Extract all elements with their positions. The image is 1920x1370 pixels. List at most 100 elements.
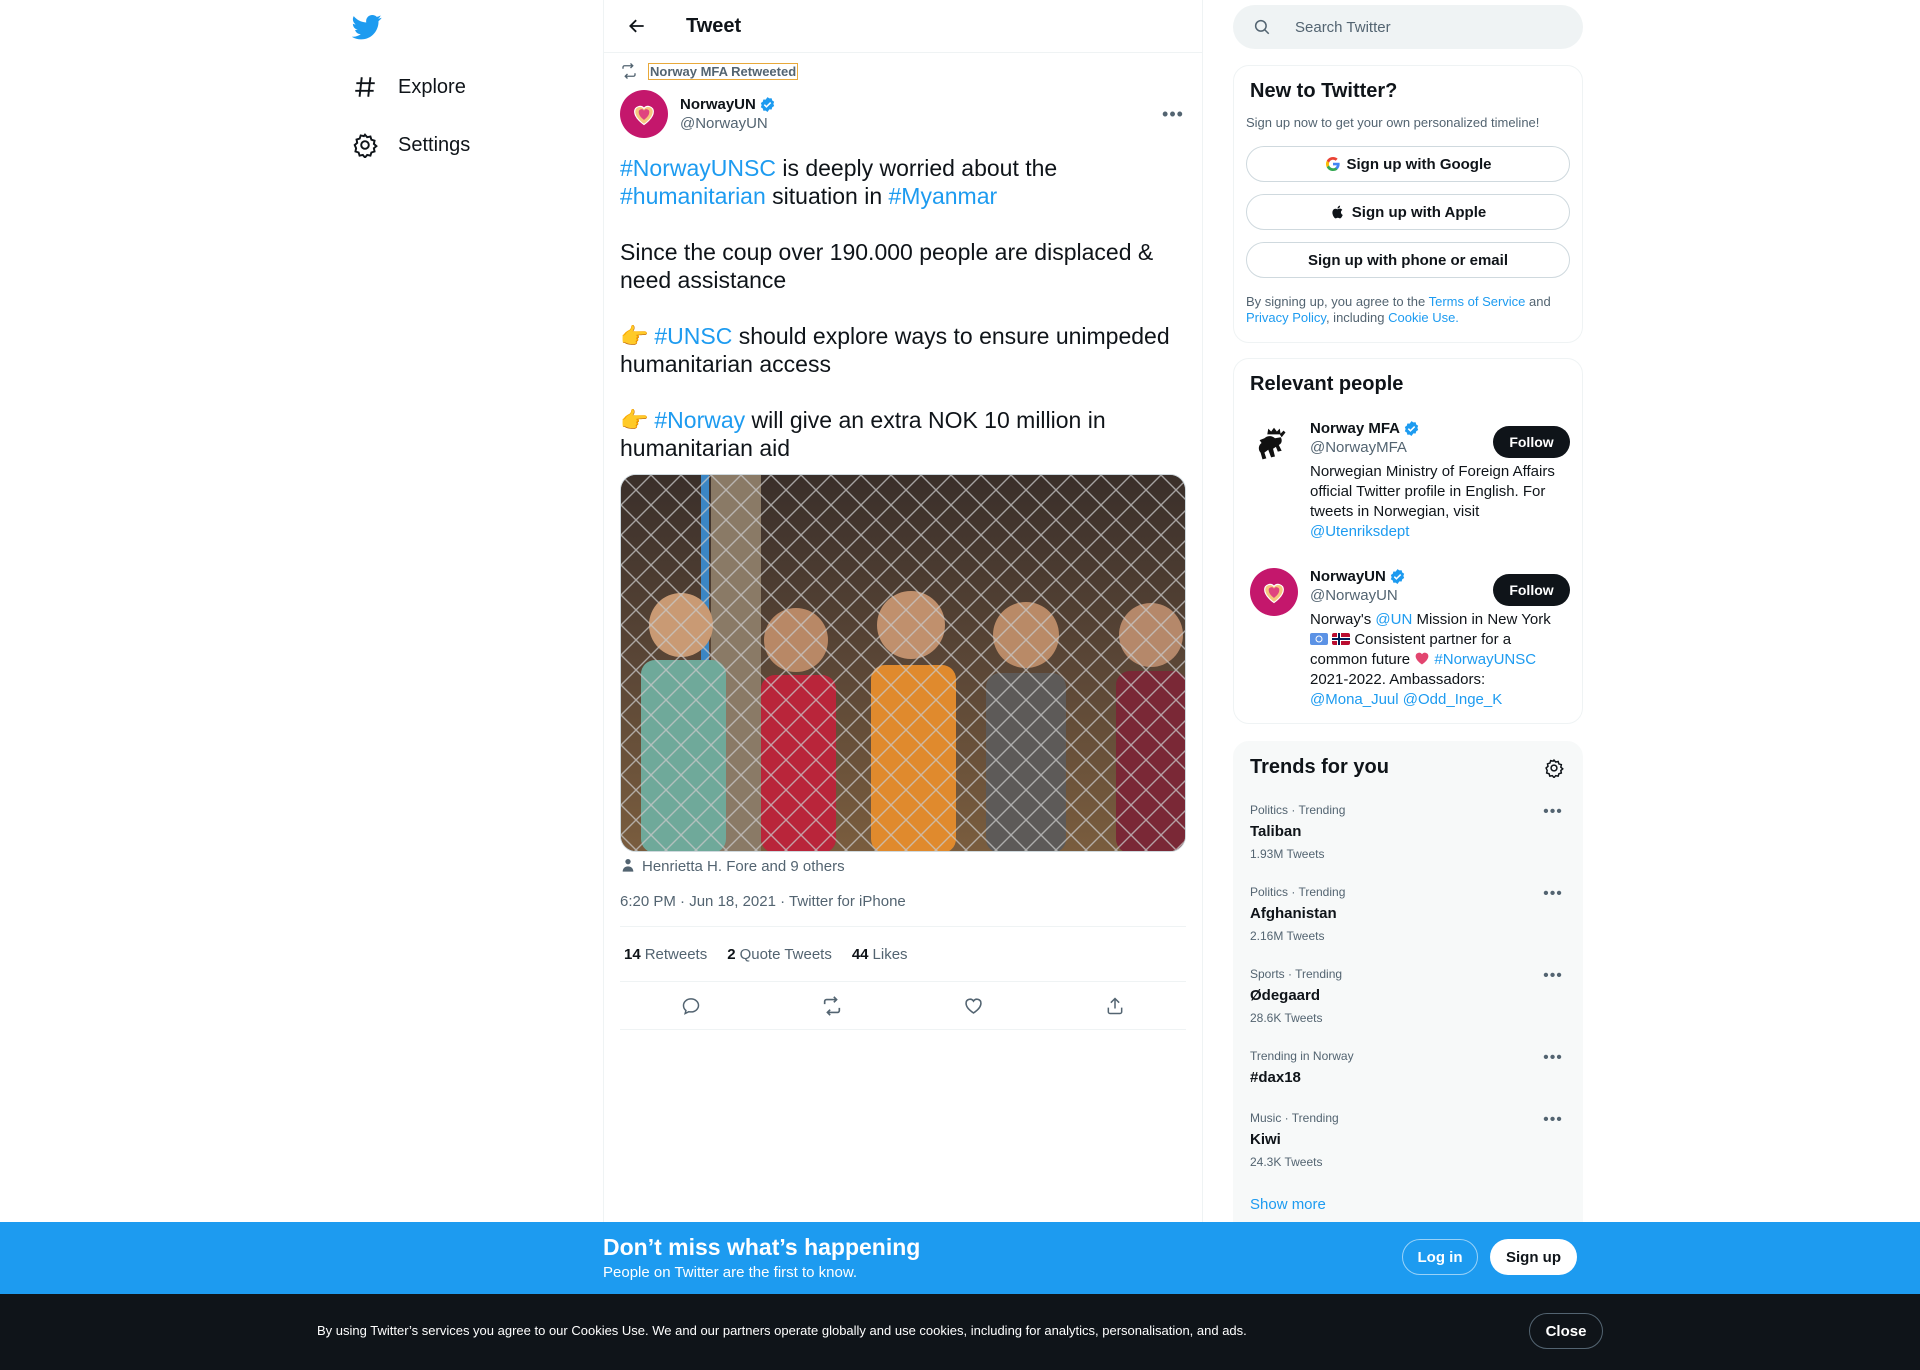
hashtag-link[interactable]: #UNSC [654, 323, 732, 349]
nav-settings-label: Settings [398, 133, 471, 156]
share-icon[interactable] [1097, 988, 1133, 1024]
person-bio: Norway's @UN Mission in New York Consist… [1310, 611, 1551, 708]
retweets-stat[interactable]: 14 Retweets [624, 946, 707, 963]
tweet-column: Tweet Norway MFA Retweeted NorwayUN @Nor… [603, 0, 1203, 1222]
follow-button[interactable]: Follow [1493, 574, 1570, 606]
pointing-hand-emoji: 👉 [620, 407, 649, 433]
author-name[interactable]: NorwayUN [680, 96, 756, 113]
tweet-paragraph: Since the coup over 190.000 people are d… [620, 239, 1154, 293]
signup-banner: Don’t miss what’s happening People on Tw… [0, 1222, 1920, 1294]
norway-mfa-avatar[interactable] [1250, 420, 1298, 468]
tagged-people-label: Henrietta H. Fore and 9 others [642, 857, 845, 875]
hashtag-link[interactable]: #NorwayUNSC [620, 155, 776, 181]
quote-tweets-stat[interactable]: 2 Quote Tweets [727, 946, 832, 963]
person-name[interactable]: Norway MFA [1310, 420, 1400, 437]
terms-link[interactable]: Terms of Service [1429, 294, 1526, 309]
signup-subtitle: Sign up now to get your own personalized… [1246, 115, 1540, 130]
tweet-source[interactable]: Twitter for iPhone [789, 893, 906, 910]
tagged-people[interactable]: Henrietta H. Fore and 9 others [620, 857, 845, 875]
heart-emoji-icon [1415, 652, 1429, 665]
lion-crest-icon [1258, 427, 1286, 460]
retweet-context: Norway MFA Retweeted [620, 62, 799, 80]
likes-stat[interactable]: 44 Likes [852, 946, 908, 963]
nav-explore-label: Explore [398, 75, 466, 98]
trend-more-icon[interactable]: ••• [1538, 1049, 1568, 1073]
retweet-icon[interactable] [814, 988, 850, 1024]
trends-settings-gear-icon[interactable] [1544, 758, 1566, 780]
apple-icon [1332, 205, 1343, 219]
back-button[interactable] [620, 9, 654, 43]
mention-link[interactable]: @Utenriksdept [1310, 523, 1409, 540]
reply-icon[interactable] [673, 988, 709, 1024]
person-bio: Norwegian Ministry of Foreign Affairs of… [1310, 463, 1555, 540]
tweet-timestamp: 6:20 PM · Jun 18, 2021 · Twitter for iPh… [620, 893, 906, 910]
hashtag-link[interactable]: #Myanmar [889, 183, 998, 209]
tweet-text: #NorwayUNSC is deeply worried about the … [620, 154, 1186, 490]
more-options-icon[interactable]: ••• [1158, 99, 1188, 129]
person-name[interactable]: NorwayUN [1310, 568, 1386, 585]
relevant-people-card: Relevant people Norway MFA @NorwayMFA No… [1233, 358, 1583, 724]
banner-subtitle: People on Twitter are the first to know. [603, 1264, 858, 1281]
search-icon [1253, 18, 1271, 36]
norwayun-avatar[interactable] [1250, 568, 1298, 616]
author-avatar[interactable] [620, 90, 668, 138]
cookie-use-link[interactable]: Cookie Use. [1388, 310, 1459, 325]
trend-item[interactable]: Politics · Trending Taliban 1.93M Tweets… [1250, 803, 1568, 861]
signup-button[interactable]: Sign up [1490, 1239, 1577, 1275]
retweeted-by-link[interactable]: Norway MFA Retweeted [648, 62, 799, 80]
hashtag-link[interactable]: #NorwayUNSC [1434, 651, 1536, 668]
verified-badge-icon [1404, 421, 1419, 436]
heart-logo-icon [1264, 583, 1284, 604]
trends-card: Trends for you Politics · Trending Talib… [1233, 741, 1583, 1241]
trend-more-icon[interactable]: ••• [1538, 885, 1568, 909]
twitter-bird-icon[interactable] [351, 12, 382, 42]
follow-button[interactable]: Follow [1493, 426, 1570, 458]
show-more-link[interactable]: Show more [1250, 1196, 1326, 1213]
pointing-hand-emoji: 👉 [620, 323, 649, 349]
nav-explore[interactable]: Explore [352, 62, 466, 112]
signup-phone-button[interactable]: Sign up with phone or email [1246, 242, 1570, 278]
mention-link[interactable]: @Mona_Juul [1310, 691, 1399, 708]
hashtag-icon [352, 74, 378, 100]
trend-item[interactable]: Music · Trending Kiwi 24.3K Tweets ••• [1250, 1111, 1568, 1169]
nav-settings[interactable]: Settings [352, 120, 470, 170]
tweet-header: Tweet [604, 0, 1202, 53]
cookie-banner: By using Twitter’s services you agree to… [0, 1294, 1920, 1370]
trend-more-icon[interactable]: ••• [1538, 1111, 1568, 1135]
search-input[interactable] [1295, 18, 1555, 36]
privacy-link[interactable]: Privacy Policy [1246, 310, 1326, 325]
login-button[interactable]: Log in [1402, 1239, 1478, 1275]
mention-link[interactable]: @UN [1375, 611, 1412, 628]
tweet-author: NorwayUN @NorwayUN ••• [620, 90, 1188, 138]
gear-icon [352, 132, 378, 158]
tweet-date[interactable]: Jun 18, 2021 [689, 893, 776, 910]
author-handle[interactable]: @NorwayUN [680, 115, 776, 132]
search-box[interactable] [1233, 5, 1583, 49]
un-flag-icon [1310, 633, 1328, 645]
tweet-actions [620, 982, 1186, 1030]
signup-title: New to Twitter? [1250, 80, 1398, 102]
signup-google-button[interactable]: Sign up with Google [1246, 146, 1570, 182]
trend-more-icon[interactable]: ••• [1538, 967, 1568, 991]
verified-badge-icon [1390, 569, 1405, 584]
trend-item[interactable]: Trending in Norway #dax18 ••• [1250, 1049, 1568, 1086]
trend-item[interactable]: Sports · Trending Ødegaard 28.6K Tweets … [1250, 967, 1568, 1025]
mention-link[interactable]: @Odd_Inge_K [1403, 691, 1502, 708]
retweet-icon [620, 62, 638, 80]
cookie-close-button[interactable]: Close [1529, 1313, 1603, 1349]
cookie-text: By using Twitter’s services you agree to… [317, 1323, 1247, 1338]
trend-item[interactable]: Politics · Trending Afghanistan 2.16M Tw… [1250, 885, 1568, 943]
relevant-people-title: Relevant people [1250, 373, 1404, 395]
hashtag-link[interactable]: #humanitarian [620, 183, 766, 209]
tweet-stats: 14 Retweets 2 Quote Tweets 44 Likes [620, 926, 1186, 982]
signup-apple-button[interactable]: Sign up with Apple [1246, 194, 1570, 230]
heart-logo-icon [634, 105, 654, 126]
arrow-left-icon [629, 19, 644, 33]
tweet-time[interactable]: 6:20 PM [620, 893, 676, 910]
google-icon [1325, 157, 1340, 171]
like-icon[interactable] [956, 988, 992, 1024]
signup-card: New to Twitter? Sign up now to get your … [1233, 65, 1583, 343]
trend-more-icon[interactable]: ••• [1538, 803, 1568, 827]
hashtag-link[interactable]: #Norway [654, 407, 745, 433]
tweet-photo[interactable] [620, 474, 1186, 852]
